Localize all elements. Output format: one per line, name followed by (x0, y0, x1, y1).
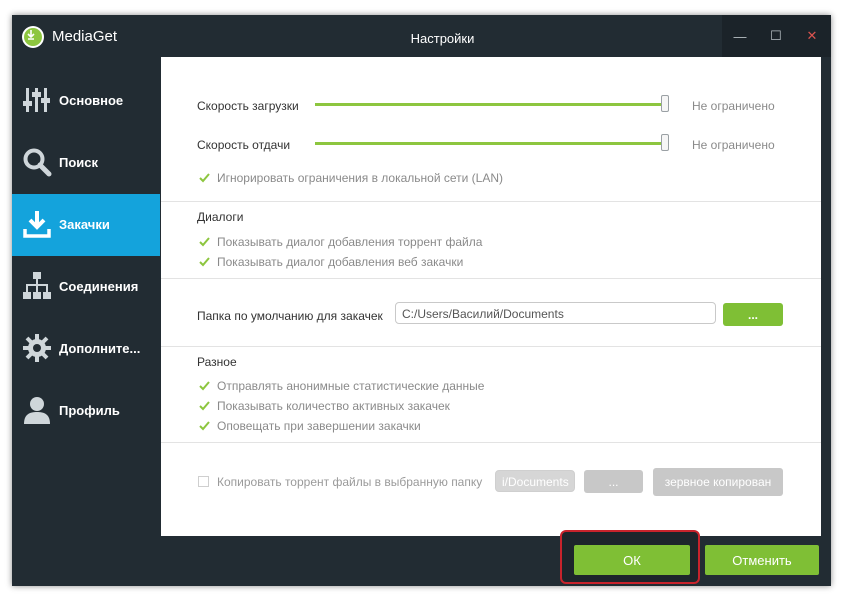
copy-torrent-label: Копировать торрент файлы в выбранную пап… (217, 475, 483, 489)
slider-track (315, 142, 665, 145)
ok-button[interactable]: ОК (574, 545, 690, 575)
send-stats-checkbox[interactable] (199, 380, 210, 391)
default-folder-input[interactable]: C:/Users/Василий/Documents (395, 302, 716, 324)
notify-complete-checkbox[interactable] (199, 420, 210, 431)
copy-torrent-folder-input[interactable]: i/Documents (495, 470, 575, 492)
download-speed-value: Не ограничено (692, 99, 775, 113)
settings-window: MediaGet Настройки — ☐ ✕ Основное Поиск (12, 15, 831, 586)
show-web-dialog-checkbox[interactable] (199, 256, 210, 267)
sidebar-item-label: Профиль (59, 403, 120, 418)
default-folder-label: Папка по умолчанию для закачек (197, 309, 383, 323)
sidebar-item-label: Закачки (59, 217, 110, 232)
sidebar-item-search[interactable]: Поиск (12, 132, 160, 194)
user-icon (24, 397, 50, 424)
copy-torrent-checkbox[interactable] (198, 476, 209, 487)
close-button[interactable]: ✕ (794, 15, 830, 57)
title-bar: MediaGet Настройки — ☐ ✕ (12, 15, 831, 57)
slider-thumb[interactable] (661, 134, 669, 151)
minimize-button[interactable]: — (722, 15, 758, 57)
sidebar-item-label: Соединения (59, 279, 139, 294)
divider (161, 278, 821, 279)
ignore-lan-label: Игнорировать ограничения в локальной сет… (217, 171, 504, 185)
window-controls: — ☐ ✕ (722, 15, 831, 57)
search-icon (23, 148, 52, 177)
sidebar-item-downloads[interactable]: Закачки (12, 194, 160, 256)
send-stats-label: Отправлять анонимные статистические данн… (217, 379, 485, 393)
divider (161, 201, 821, 202)
cancel-button[interactable]: Отменить (705, 545, 819, 575)
ignore-lan-checkbox[interactable] (199, 172, 210, 183)
slider-track (315, 103, 665, 106)
sidebar-item-connections[interactable]: Соединения (12, 256, 160, 318)
gear-icon (23, 334, 51, 362)
show-active-checkbox[interactable] (199, 400, 210, 411)
divider (161, 346, 821, 347)
sidebar-item-label: Поиск (59, 155, 99, 170)
slider-thumb[interactable] (661, 95, 669, 112)
browse-folder-button[interactable]: ... (723, 303, 783, 326)
backup-button[interactable]: зервное копирован (653, 468, 783, 496)
dialogs-section-title: Диалоги (197, 210, 244, 224)
close-icon: ✕ (806, 28, 818, 43)
show-web-dialog-label: Показывать диалог добавления веб закачки (217, 255, 464, 269)
maximize-button[interactable]: ☐ (758, 15, 794, 57)
download-icon (23, 211, 51, 238)
show-active-label: Показывать количество активных закачек (217, 399, 450, 413)
settings-content: Скорость загрузки Не ограничено Скорость… (161, 57, 821, 536)
upload-speed-value: Не ограничено (692, 138, 775, 152)
sidebar: Основное Поиск Закачки Соединения Дополн… (12, 57, 160, 442)
sliders-icon (23, 88, 50, 112)
sidebar-item-advanced[interactable]: Дополните... (12, 318, 160, 380)
upload-speed-label: Скорость отдачи (197, 138, 291, 152)
sidebar-item-main[interactable]: Основное (12, 70, 160, 132)
maximize-icon: ☐ (770, 28, 782, 43)
show-torrent-dialog-label: Показывать диалог добавления торрент фай… (217, 235, 483, 249)
notify-complete-label: Оповещать при завершении закачки (217, 419, 421, 433)
download-speed-label: Скорость загрузки (197, 99, 299, 113)
show-torrent-dialog-checkbox[interactable] (199, 236, 210, 247)
sidebar-item-label: Дополните... (59, 341, 141, 356)
network-icon (23, 272, 51, 299)
sidebar-item-label: Основное (59, 93, 124, 108)
minimize-icon: — (733, 28, 747, 44)
sidebar-item-profile[interactable]: Профиль (12, 380, 160, 442)
misc-section-title: Разное (197, 355, 237, 369)
window-title: Настройки (410, 31, 475, 46)
divider (161, 442, 821, 443)
copy-torrent-browse-button[interactable]: ... (584, 470, 643, 493)
